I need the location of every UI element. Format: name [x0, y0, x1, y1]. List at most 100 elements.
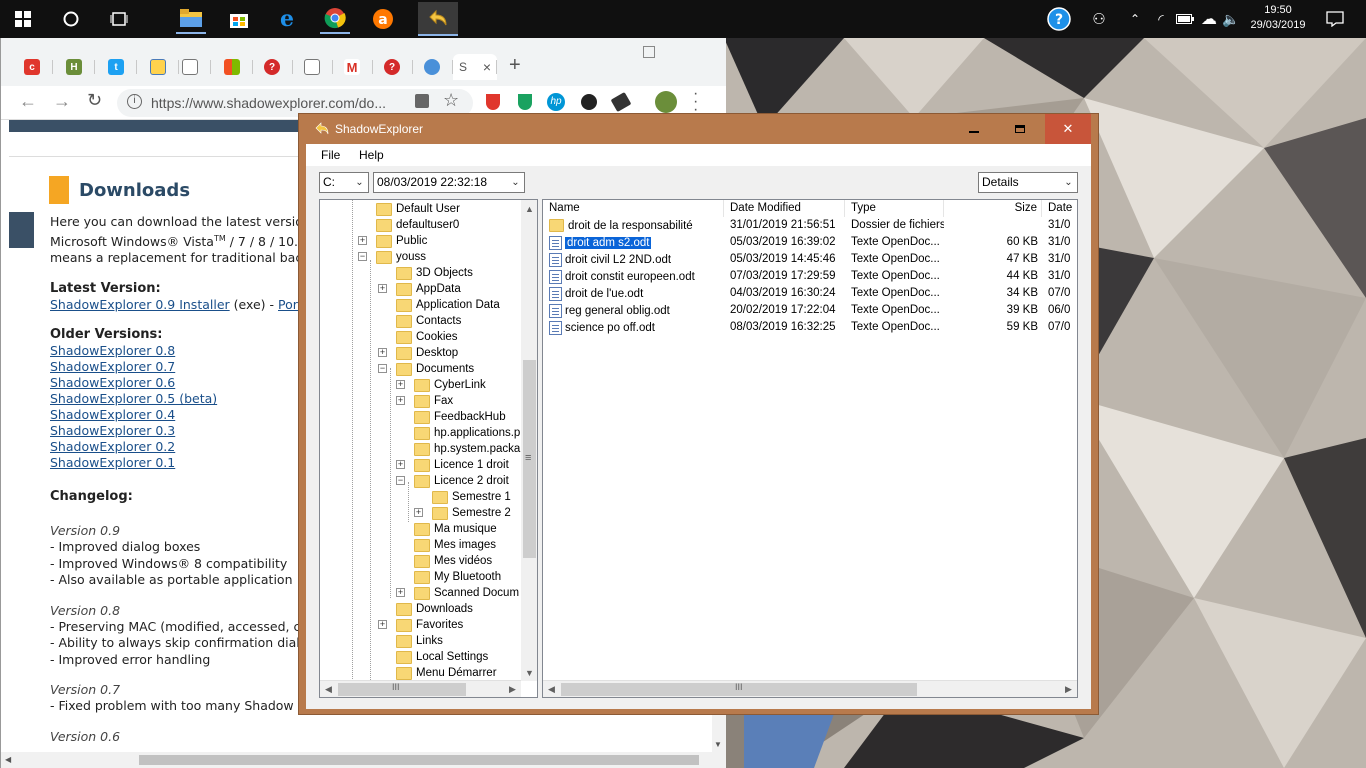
tree-node[interactable]: Local Settings	[396, 649, 488, 665]
column-name[interactable]: Name	[543, 200, 724, 217]
file-row[interactable]: science po off.odt 08/03/2019 16:32:25 Tex…	[543, 320, 1077, 337]
tree-node[interactable]: Documents	[396, 361, 474, 377]
tree-node[interactable]: FeedbackHub	[414, 409, 506, 425]
expand-icon[interactable]: +	[396, 396, 405, 405]
tree-node[interactable]: defaultuser0	[376, 217, 459, 233]
tree-node[interactable]: AppData	[396, 281, 461, 297]
scroll-right-icon[interactable]: ▶	[504, 681, 521, 697]
tree-node[interactable]: Ma musique	[414, 521, 497, 537]
close-button[interactable]: ✕	[1045, 114, 1091, 144]
expand-icon[interactable]: +	[378, 284, 387, 293]
tree-node[interactable]: Mes vidéos	[414, 553, 492, 569]
avast-icon[interactable]: a	[368, 4, 398, 34]
folder-tree[interactable]: Default User defaultuser0 Public + youss − 3D …	[319, 199, 538, 698]
avatar[interactable]	[655, 91, 677, 113]
file-row[interactable]: droit adm s2.odt 05/03/2019 16:39:02 Texte…	[543, 235, 1077, 252]
installer-link[interactable]: ShadowExplorer 0.9 Installer	[50, 297, 230, 312]
tab-9[interactable]: M	[331, 54, 373, 80]
tab-2[interactable]: H	[53, 54, 95, 80]
file-row[interactable]: droit constit europeen.odt 07/03/2019 17:…	[543, 269, 1077, 286]
file-explorer-icon[interactable]	[176, 4, 206, 34]
info-icon[interactable]: i	[127, 94, 142, 109]
scroll-left-icon[interactable]: ◀	[320, 681, 337, 697]
tree-node[interactable]: Licence 2 droit	[414, 473, 509, 489]
page-horizontal-scrollbar[interactable]: ◀	[1, 752, 726, 768]
drive-select[interactable]: C: ⌄	[319, 172, 369, 193]
tree-node[interactable]: Menu Démarrer	[396, 665, 497, 681]
tree-node[interactable]: Fax	[414, 393, 453, 409]
scroll-right-icon[interactable]: ▶	[1060, 681, 1077, 697]
tree-node[interactable]: CyberLink	[414, 377, 486, 393]
tree-vertical-scrollbar[interactable]: ▲ ≡ ▼	[521, 200, 537, 681]
new-tab-button[interactable]: +	[509, 54, 521, 77]
collapse-icon[interactable]: −	[358, 252, 367, 261]
collapse-icon[interactable]: −	[396, 476, 405, 485]
tree-node[interactable]: Application Data	[396, 297, 500, 313]
tree-node[interactable]: Scanned Docum	[414, 585, 519, 601]
bookmark-star-icon[interactable]: ☆	[443, 90, 459, 111]
view-select[interactable]: Details ⌄	[978, 172, 1078, 193]
maximize-icon[interactable]	[643, 46, 655, 58]
tree-node[interactable]: My Bluetooth	[414, 569, 501, 585]
maximize-button[interactable]	[997, 114, 1043, 144]
file-row[interactable]: droit de l'ue.odt 04/03/2019 16:30:24 Text…	[543, 286, 1077, 303]
file-list[interactable]: Name Date Modified Type Size Date droit …	[542, 199, 1078, 698]
file-row[interactable]: reg general oblig.odt 20/02/2019 17:22:04…	[543, 303, 1077, 320]
minimize-button[interactable]	[951, 114, 997, 144]
menu-file[interactable]: File	[321, 148, 340, 162]
scroll-thumb[interactable]	[139, 755, 699, 765]
expand-icon[interactable]: +	[358, 236, 367, 245]
tab-5[interactable]	[169, 54, 211, 80]
column-date[interactable]: Date	[1042, 200, 1077, 217]
tree-node[interactable]: Desktop	[396, 345, 458, 361]
clock[interactable]: 19:50 29/03/2019	[1238, 3, 1318, 33]
shadowexplorer-icon[interactable]	[418, 2, 458, 36]
tree-node[interactable]: Semestre 2	[432, 505, 511, 521]
tree-node[interactable]: hp.system.packa	[414, 441, 520, 457]
reload-icon[interactable]: ↻	[87, 90, 102, 111]
notifications-icon[interactable]	[1320, 4, 1350, 34]
back-icon[interactable]: ←	[19, 91, 37, 112]
expand-icon[interactable]: +	[414, 508, 423, 517]
tree-node[interactable]: Cookies	[396, 329, 458, 345]
tree-node[interactable]: Downloads	[396, 601, 473, 617]
tree-node[interactable]: hp.applications.p	[414, 425, 520, 441]
tab-10[interactable]: ?	[371, 54, 413, 80]
tree-node[interactable]: Contacts	[396, 313, 461, 329]
tree-node[interactable]: Licence 1 droit	[414, 457, 509, 473]
list-horizontal-scrollbar[interactable]: ◀ III ▶	[543, 680, 1077, 697]
tab-11[interactable]	[411, 54, 453, 80]
expand-icon[interactable]: +	[378, 620, 387, 629]
help-icon[interactable]: ?	[1044, 4, 1074, 34]
menu-dots-icon[interactable]: · · ·	[693, 86, 698, 118]
tag-icon[interactable]	[610, 91, 632, 113]
tree-horizontal-scrollbar[interactable]: ◀ III ▶	[320, 680, 521, 697]
tab-active[interactable]: S ×	[453, 54, 497, 80]
tree-node[interactable]: youss	[376, 249, 426, 265]
cortana-icon[interactable]	[56, 4, 86, 34]
chrome-icon[interactable]	[320, 4, 350, 34]
tree-node[interactable]: Default User	[376, 201, 460, 217]
tree-node[interactable]: Links	[396, 633, 443, 649]
column-size[interactable]: Size	[944, 200, 1042, 217]
scroll-up-icon[interactable]: ▲	[521, 200, 537, 217]
expand-icon[interactable]: +	[396, 588, 405, 597]
tree-node[interactable]: Semestre 1	[432, 489, 511, 505]
store-icon[interactable]	[224, 4, 254, 34]
scroll-left-icon[interactable]: ◀	[543, 681, 560, 697]
collapse-icon[interactable]: −	[378, 364, 387, 373]
extension-icon[interactable]	[581, 94, 597, 110]
extension-shield-icon[interactable]	[486, 94, 500, 110]
scroll-down-icon[interactable]: ▼	[521, 664, 537, 681]
tree-node[interactable]: Favorites	[396, 617, 463, 633]
tab-6[interactable]	[211, 54, 253, 80]
title-bar[interactable]: ShadowExplorer ✕	[299, 114, 1098, 144]
edge-icon[interactable]: e	[272, 4, 302, 34]
menu-help[interactable]: Help	[359, 148, 384, 162]
hp-icon[interactable]: hp	[547, 93, 565, 111]
file-row[interactable]: droit civil L2 2ND.odt 05/03/2019 14:45:4…	[543, 252, 1077, 269]
column-date-modified[interactable]: Date Modified	[724, 200, 845, 217]
windows-start-icon[interactable]	[8, 4, 38, 34]
expand-icon[interactable]: +	[396, 380, 405, 389]
tab-3[interactable]: t	[95, 54, 137, 80]
